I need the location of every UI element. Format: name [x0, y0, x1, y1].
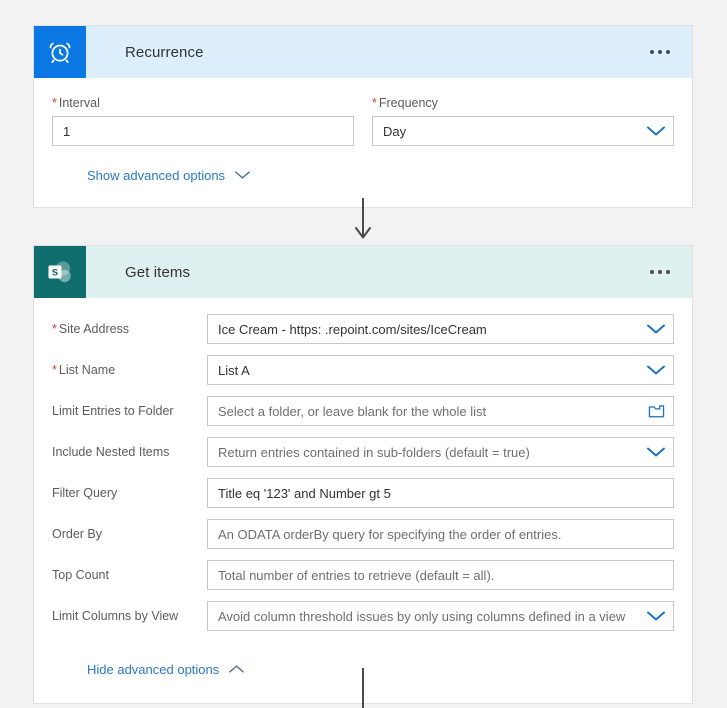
- required-asterisk: *: [372, 96, 377, 110]
- limit-columns-by-view-dropdown[interactable]: Avoid column threshold issues by only us…: [207, 601, 674, 631]
- top-count-label: Top Count: [52, 568, 109, 582]
- show-advanced-options-label: Show advanced options: [87, 168, 226, 183]
- order-by-input[interactable]: An ODATA orderBy query for specifying th…: [207, 519, 674, 549]
- list-name-label: * List Name: [52, 363, 116, 377]
- order-by-label: Order By: [52, 527, 103, 541]
- get-items-more-menu-button[interactable]: [646, 264, 674, 280]
- chevron-down-icon: [234, 168, 251, 183]
- recurrence-fields-row: * Interval 1 * Frequency Day: [52, 96, 674, 148]
- chevron-down-icon[interactable]: [639, 323, 673, 335]
- hide-advanced-options-toggle[interactable]: Hide advanced options: [87, 662, 245, 677]
- include-nested-items-label: Include Nested Items: [52, 445, 170, 459]
- menu-dot: [658, 270, 662, 274]
- interval-label: * Interval: [52, 96, 100, 110]
- flow-step-recurrence[interactable]: Recurrence * Interval 1 * Frequency Day …: [33, 25, 693, 208]
- field-site-address: * Site Address Ice Cream - https: .repoin…: [52, 314, 674, 344]
- frequency-label: * Frequency: [372, 96, 438, 110]
- limit-entries-to-folder-input[interactable]: Select a folder, or leave blank for the …: [207, 396, 674, 426]
- connector-line-bottom: [362, 668, 364, 708]
- hide-advanced-options-label: Hide advanced options: [87, 662, 220, 677]
- recurrence-card-body: * Interval 1 * Frequency Day Show advanc…: [34, 78, 692, 207]
- required-asterisk: *: [52, 96, 57, 110]
- field-filter-query: Filter Query Title eq '123' and Number g…: [52, 478, 674, 508]
- frequency-dropdown[interactable]: Day: [372, 116, 674, 146]
- interval-input[interactable]: 1: [52, 116, 354, 146]
- field-top-count: Top Count Total number of entries to ret…: [52, 560, 674, 590]
- filter-query-input[interactable]: Title eq '123' and Number gt 5: [207, 478, 674, 508]
- filter-query-value: Title eq '123' and Number gt 5: [218, 485, 391, 501]
- list-name-value: List A: [218, 362, 250, 378]
- recurrence-title: Recurrence: [125, 43, 204, 61]
- filter-query-label: Filter Query: [52, 486, 118, 500]
- show-advanced-options-toggle[interactable]: Show advanced options: [87, 168, 251, 183]
- list-name-dropdown[interactable]: List A: [207, 355, 674, 385]
- field-interval: * Interval 1: [52, 96, 354, 146]
- site-address-label: * Site Address: [52, 322, 130, 336]
- field-list-name: * List Name List A: [52, 355, 674, 385]
- recurrence-more-menu-button[interactable]: [646, 44, 674, 60]
- chevron-down-icon[interactable]: [639, 610, 673, 622]
- required-asterisk: *: [52, 322, 57, 336]
- site-address-dropdown[interactable]: Ice Cream - https: .repoint.com/sites/Ic…: [207, 314, 674, 344]
- svg-text:s: s: [52, 266, 58, 278]
- interval-value: 1: [63, 123, 71, 139]
- limit-columns-by-view-placeholder: Avoid column threshold issues by only us…: [218, 608, 626, 624]
- connector-arrowhead-icon: [354, 226, 372, 240]
- include-nested-items-dropdown[interactable]: Return entries contained in sub-folders …: [207, 437, 674, 467]
- menu-dot: [658, 50, 662, 54]
- site-address-value: Ice Cream - https: .repoint.com/sites/Ic…: [218, 321, 487, 337]
- limit-entries-to-folder-placeholder: Select a folder, or leave blank for the …: [218, 403, 487, 419]
- get-items-title: Get items: [125, 263, 191, 281]
- menu-dot: [650, 270, 654, 274]
- chevron-down-icon[interactable]: [639, 125, 673, 137]
- menu-dot: [666, 270, 670, 274]
- limit-columns-by-view-label: Limit Columns by View: [52, 609, 179, 623]
- frequency-value: Day: [383, 123, 407, 139]
- folder-picker-icon[interactable]: [639, 404, 673, 419]
- menu-dot: [666, 50, 670, 54]
- get-items-card-body: * Site Address Ice Cream - https: .repoin…: [34, 298, 692, 703]
- field-order-by: Order By An ODATA orderBy query for spec…: [52, 519, 674, 549]
- chevron-up-icon: [228, 662, 245, 677]
- flow-step-get-items[interactable]: s Get items * Site Address Ice Cream - ht…: [33, 245, 693, 704]
- menu-dot: [650, 50, 654, 54]
- field-include-nested-items: Include Nested Items Return entries cont…: [52, 437, 674, 467]
- top-count-input[interactable]: Total number of entries to retrieve (def…: [207, 560, 674, 590]
- alarm-clock-icon: [34, 26, 86, 78]
- top-count-placeholder: Total number of entries to retrieve (def…: [218, 567, 495, 583]
- get-items-card-header[interactable]: s Get items: [34, 246, 692, 298]
- required-asterisk: *: [52, 363, 57, 377]
- field-frequency: * Frequency Day: [372, 96, 674, 146]
- include-nested-items-placeholder: Return entries contained in sub-folders …: [218, 444, 530, 460]
- field-limit-entries-to-folder: Limit Entries to Folder Select a folder,…: [52, 396, 674, 426]
- recurrence-card-header[interactable]: Recurrence: [34, 26, 692, 78]
- order-by-placeholder: An ODATA orderBy query for specifying th…: [218, 526, 562, 542]
- chevron-down-icon[interactable]: [639, 364, 673, 376]
- field-limit-columns-by-view: Limit Columns by View Avoid column thres…: [52, 601, 674, 631]
- chevron-down-icon[interactable]: [639, 446, 673, 458]
- limit-entries-to-folder-label: Limit Entries to Folder: [52, 404, 174, 418]
- sharepoint-icon: s: [34, 246, 86, 298]
